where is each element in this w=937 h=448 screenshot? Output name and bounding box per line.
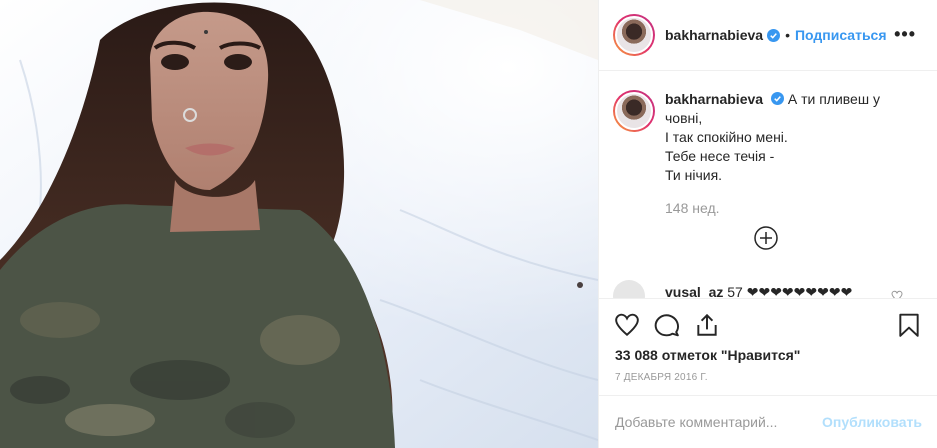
caption-line: човні, <box>665 110 703 126</box>
commenter-username[interactable]: vusal_az <box>665 284 723 298</box>
comment-input[interactable] <box>615 414 823 430</box>
author-avatar[interactable] <box>613 14 655 56</box>
caption-avatar[interactable] <box>613 90 655 132</box>
action-bar <box>599 298 937 338</box>
publish-button[interactable]: Опубликовать <box>822 414 922 430</box>
caption-line: Тебе несе течія - <box>665 148 775 164</box>
caption: bakharnabieva А ти пливеш у човні, І так… <box>613 90 915 185</box>
load-more-icon[interactable] <box>754 226 778 250</box>
caption-username[interactable]: bakharnabieva <box>665 91 763 107</box>
post-date[interactable]: 7 декабря 2016 г. <box>615 372 708 383</box>
post-panel: bakharnabieva • Подписаться ••• bakharna… <box>598 0 937 448</box>
likes-count[interactable]: 33 088 отметок "Нравится" <box>615 347 800 363</box>
caption-line: А ти пливеш у <box>787 91 880 107</box>
post-photo[interactable] <box>0 0 598 448</box>
caption-line: І так спокійно мені. <box>665 129 788 145</box>
commenter-avatar[interactable] <box>613 280 645 298</box>
comment-body: 57 ❤❤❤❤❤❤❤❤❤ <box>727 284 853 298</box>
separator-dot: • <box>785 27 790 43</box>
post-header: bakharnabieva • Подписаться ••• <box>599 0 937 71</box>
comments-section: bakharnabieva А ти пливеш у човні, І так… <box>599 72 937 298</box>
heart-icon[interactable] <box>614 312 640 338</box>
share-icon[interactable] <box>694 312 720 338</box>
author-username[interactable]: bakharnabieva <box>665 27 763 43</box>
comment-like-icon[interactable] <box>891 290 903 298</box>
verified-icon <box>767 28 781 42</box>
add-comment-bar: Опубликовать <box>599 395 937 448</box>
comment-text: vusal_az 57 ❤❤❤❤❤❤❤❤❤ <box>665 284 852 298</box>
comment-icon[interactable] <box>654 312 680 338</box>
more-icon[interactable]: ••• <box>894 24 916 45</box>
caption-line: Ти нічия. <box>665 167 723 183</box>
follow-button[interactable]: Подписаться <box>795 27 887 43</box>
verified-icon <box>770 92 784 105</box>
post-age[interactable]: 148 нед. <box>665 200 720 216</box>
bookmark-icon[interactable] <box>896 312 922 338</box>
caption-text: bakharnabieva А ти пливеш у човні, І так… <box>665 90 915 185</box>
comment-item: vusal_az 57 ❤❤❤❤❤❤❤❤❤ <box>613 280 852 298</box>
